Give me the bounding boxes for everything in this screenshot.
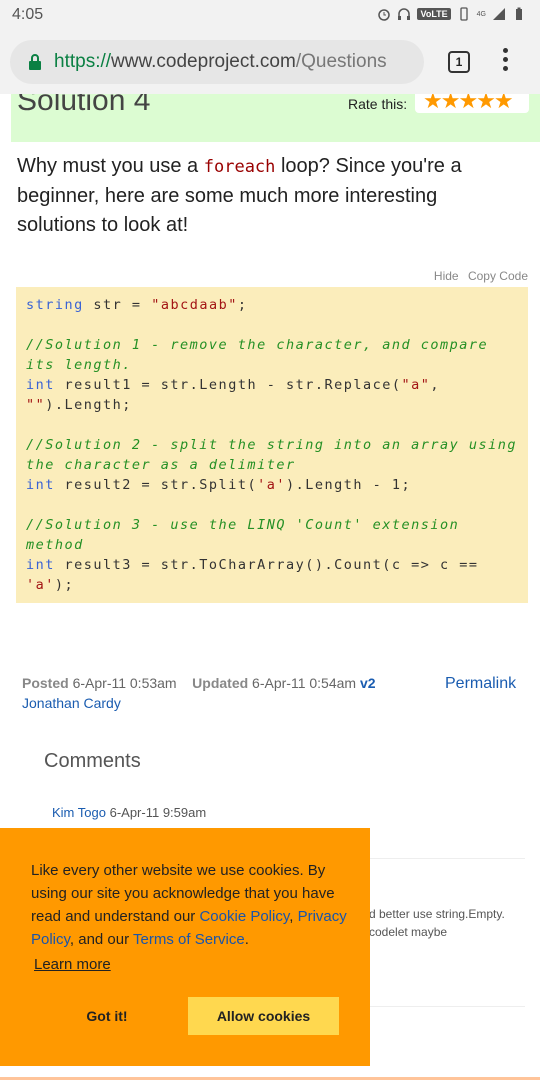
code-actions: Hide Copy Code	[428, 269, 528, 283]
solution-intro: Why must you use a foreach loop? Since y…	[17, 152, 517, 240]
intro-code: foreach	[203, 157, 276, 177]
signal-icon	[493, 8, 505, 20]
volte-badge: VoLTE	[417, 8, 451, 20]
comment-line-1: d better use string.Empty.	[369, 907, 505, 921]
solution-title: Solution 4	[17, 94, 151, 117]
code-block: string str = "abcdaab"; //Solution 1 - r…	[16, 287, 528, 603]
url-path: /Questions	[295, 51, 387, 72]
star-rating-icon[interactable]: ★★★★★	[423, 94, 514, 114]
comment-author-link[interactable]: Kim Togo	[52, 805, 106, 820]
post-meta: Posted 6-Apr-11 0:53am Updated 6-Apr-11 …	[22, 675, 376, 691]
comments-heading: Comments	[44, 750, 141, 772]
comment-line-2: codelet maybe	[369, 925, 448, 939]
status-bar: 4:05 VoLTE 4G	[0, 0, 540, 30]
comment-meta: Kim Togo 6-Apr-11 9:59am	[52, 805, 206, 820]
vibrate-icon	[460, 7, 468, 21]
got-it-button[interactable]: Got it!	[56, 997, 158, 1035]
author-link[interactable]: Jonathan Cardy	[22, 695, 121, 711]
permalink-link[interactable]: Permalink	[445, 675, 516, 693]
copy-code-link[interactable]: Copy Code	[468, 269, 528, 283]
battery-icon	[516, 7, 522, 20]
comment-text: d better use string.Empty. codelet maybe	[369, 905, 505, 941]
alarm-icon	[378, 9, 391, 21]
terms-of-service-link[interactable]: Terms of Service	[133, 931, 245, 948]
allow-cookies-button[interactable]: Allow cookies	[188, 997, 339, 1035]
cookie-policy-link[interactable]: Cookie Policy	[199, 908, 289, 925]
url-host: www.codeproject.com	[111, 51, 296, 72]
url-text: https://www.codeproject.com/Questions	[54, 51, 387, 73]
learn-more-link[interactable]: Learn more	[34, 956, 111, 973]
cookie-banner: Like every other website we use cookies.…	[0, 828, 370, 1066]
code-content: string str = "abcdaab"; //Solution 1 - r…	[26, 297, 527, 593]
status-time: 4:05	[12, 6, 44, 23]
overflow-menu-icon[interactable]	[500, 48, 510, 76]
cookie-text-2: ,	[289, 908, 298, 925]
tab-switcher-button[interactable]: 1	[448, 51, 470, 73]
network-label: 4G	[476, 10, 486, 18]
updated-date: 6-Apr-11 0:54am	[252, 675, 357, 691]
url-bar[interactable]: https://www.codeproject.com/Questions	[10, 40, 424, 84]
browser-toolbar: https://www.codeproject.com/Questions 1	[0, 30, 540, 94]
rate-label: Rate this:	[348, 96, 408, 112]
solution-header: Solution 4 Rate this: ★★★★★	[11, 94, 540, 142]
version-link[interactable]: v2	[360, 675, 376, 691]
headphones-icon	[398, 8, 411, 20]
url-protocol: https://	[54, 51, 112, 72]
cookie-message: Like every other website we use cookies.…	[31, 859, 351, 951]
updated-label: Updated	[192, 675, 249, 691]
cookie-text-4: .	[244, 931, 249, 948]
intro-text-start: Why must you use a	[17, 155, 204, 177]
cookie-text-3: , and our	[69, 931, 134, 948]
status-icons: VoLTE 4G	[377, 7, 526, 21]
posted-label: Posted	[22, 675, 69, 691]
rating-widget[interactable]: ★★★★★	[415, 94, 529, 113]
comment-date: 6-Apr-11 9:59am	[109, 805, 207, 820]
lock-icon	[29, 54, 41, 70]
hide-code-link[interactable]: Hide	[434, 269, 459, 283]
posted-date: 6-Apr-11 0:53am	[72, 675, 177, 691]
